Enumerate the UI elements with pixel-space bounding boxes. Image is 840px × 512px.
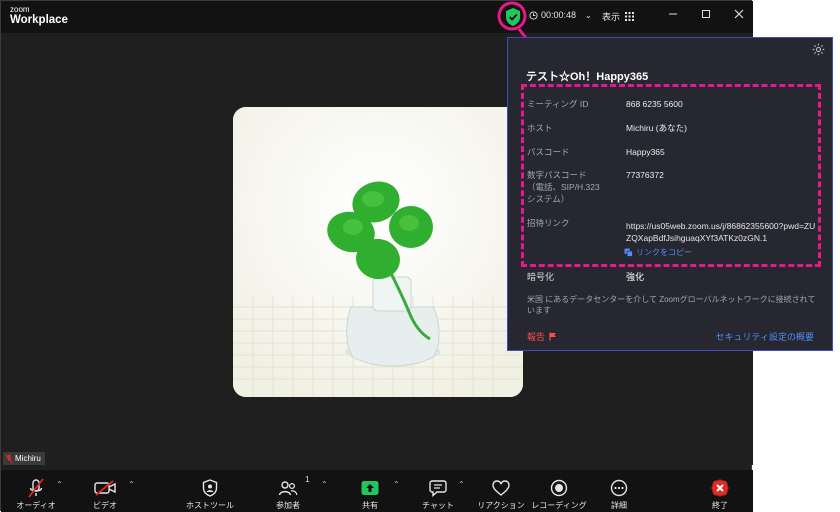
recording-label: レコーディング [531,501,587,510]
report-button[interactable]: 報告 [527,330,557,343]
numeric-passcode-label-line2: （電話、SIP/H.323 [527,182,600,192]
more-icon [610,479,628,497]
audio-button[interactable]: オーディオ [15,470,57,512]
participant-video-photo [233,107,523,397]
host-shield-icon [202,479,218,497]
numeric-passcode-label-line3: システム） [527,194,570,204]
gear-icon[interactable] [812,43,825,56]
participants-options-caret-icon[interactable]: ⌃ [321,480,328,489]
invite-link-label: 招待リンク [527,218,570,228]
meeting-id-value: 868 6235 5600 [626,99,683,109]
participants-count: 1 [305,475,310,484]
chevron-down-icon: ⌄ [585,10,592,20]
minimize-icon [669,13,677,15]
maximize-button[interactable] [698,8,714,24]
reactions-label: リアクション [477,501,525,510]
maximize-icon [702,10,710,18]
chat-icon [429,480,447,497]
security-overview-link[interactable]: セキュリティ設定の概要 [716,330,814,343]
numeric-passcode-value: 77376372 [626,170,664,180]
audio-label: オーディオ [16,501,56,510]
close-icon [734,9,744,19]
video-options-caret-icon[interactable]: ⌃ [128,480,135,489]
participant-name-tag: Michiru [3,452,45,465]
mic-muted-icon [5,453,13,464]
copy-link-label: リンクをコピー [636,248,692,257]
invite-link-value[interactable]: https://us05web.zoom.us/j/86862355600?pw… [626,220,820,244]
end-label: 終了 [712,501,728,510]
details-button[interactable]: 詳細 [605,470,633,512]
details-label: 詳細 [611,501,627,510]
reactions-button[interactable]: リアクション [477,470,525,512]
end-meeting-button[interactable]: 終了 [707,470,733,512]
recording-button[interactable]: レコーディング [531,470,587,512]
encryption-value: 強化 [626,272,645,282]
copy-icon [624,248,633,257]
heart-icon [492,480,510,496]
close-button[interactable] [731,8,747,24]
video-off-icon [94,480,116,496]
share-button[interactable]: 共有 [358,470,382,512]
numeric-passcode-label-line1: 数字パスコード [527,170,587,180]
chat-button[interactable]: チャット [422,470,454,512]
minimize-button[interactable] [665,8,681,24]
participants-icon [278,481,298,496]
meeting-id-label: ミーティング ID [527,99,589,109]
audio-options-caret-icon[interactable]: ⌃ [56,480,63,489]
participants-button[interactable]: 1 参加者 [271,470,309,512]
copy-link-button[interactable]: リンクをコピー [624,247,692,258]
video-button[interactable]: ビデオ [88,470,122,512]
encryption-label: 暗号化 [527,272,555,282]
meeting-info-panel: テスト☆Oh！Happy365 ミーティング ID 868 6235 5600 … [507,37,833,351]
participant-name: Michiru [15,454,41,463]
share-screen-icon [361,481,379,495]
report-label: 報告 [527,332,546,342]
host-value: Michiru (あなた) [626,123,687,133]
video-label: ビデオ [93,501,117,510]
zoom-logo-small: zoom [10,5,30,14]
grid-icon [625,12,635,21]
end-x-icon [711,479,729,497]
passcode-label: パスコード [527,147,570,157]
passcode-value: Happy365 [626,147,665,157]
share-options-caret-icon[interactable]: ⌃ [393,480,400,489]
title-bar: zoom Workplace 00:00:48 ⌄ 表示 [1,1,753,33]
host-tools-button[interactable]: ホストツール [186,470,234,512]
host-tools-label: ホストツール [186,501,234,510]
participants-label: 参加者 [276,501,300,510]
mic-muted-icon [28,478,44,498]
flag-icon [549,332,557,341]
meeting-title: テスト☆Oh！Happy365 [526,71,649,83]
zoom-logo: Workplace [10,14,68,26]
datacenter-info: 米国 にあるデータセンターを介して Zoomグローバルネットワークに接続されてい… [527,295,816,315]
meeting-toolbar: オーディオ ⌃ ビデオ ⌃ ホストツール 1 参加者 ⌃ 共有 ⌃ チャット ⌃… [1,470,753,512]
host-label: ホスト [527,123,553,133]
numeric-passcode-label: 数字パスコード （電話、SIP/H.323 システム） [527,169,600,205]
record-icon [550,479,568,497]
chat-options-caret-icon[interactable]: ⌃ [458,480,465,489]
view-button[interactable]: 表示 [602,10,635,23]
chat-label: チャット [422,501,454,510]
share-label: 共有 [362,501,378,510]
view-label: 表示 [602,12,621,22]
